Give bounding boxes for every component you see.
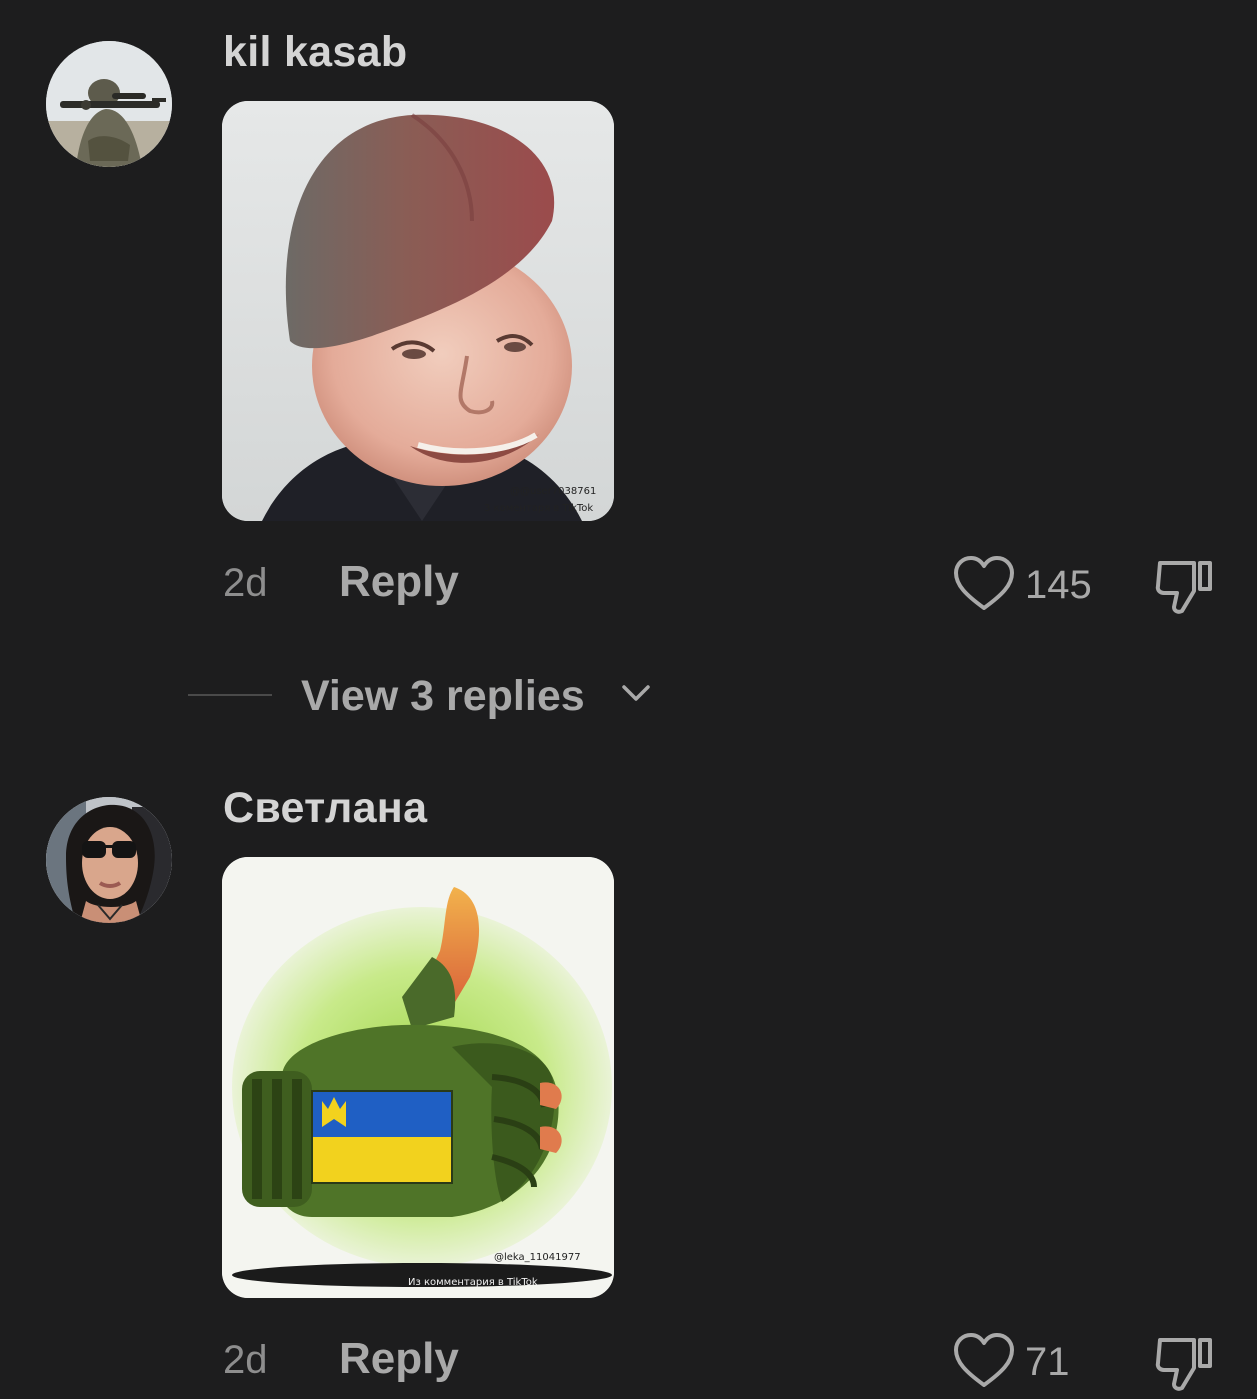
watermark-handle: @leka_11041977 — [494, 1252, 581, 1263]
comment-actions: 2d Reply 145 — [0, 555, 1257, 615]
comment-username[interactable]: Светлана — [223, 784, 427, 833]
woman-with-sunglasses-avatar — [46, 797, 172, 923]
comment-media-image[interactable]: @leka_11041977 Из комментария в TikTok — [222, 857, 614, 1298]
like-count: 71 — [1025, 1340, 1070, 1384]
thumbs-down-icon[interactable] — [1152, 555, 1218, 617]
heart-outline-icon[interactable] — [952, 555, 1016, 615]
chevron-down-icon — [622, 685, 650, 701]
watermark-caption: 3 коментаря в TikTok — [484, 503, 593, 514]
view-replies-label: View 3 replies — [301, 672, 585, 720]
comment-media-image[interactable]: @@user7038761 3 коментаря в TikTok — [222, 101, 614, 521]
comment-time: 2d — [223, 561, 268, 605]
user-avatar[interactable] — [46, 41, 172, 167]
soldier-with-rifle-avatar — [46, 41, 172, 167]
comment-actions: 2d Reply 71 — [0, 1332, 1257, 1392]
view-replies-button[interactable]: View 3 replies — [188, 668, 668, 724]
reply-button[interactable]: Reply — [339, 1334, 459, 1384]
watermark-caption: Из комментария в TikTok — [408, 1277, 538, 1288]
ukraine-thumbs-up-grenade-image: @leka_11041977 Из комментария в TikTok — [222, 857, 614, 1298]
heart-outline-icon[interactable] — [952, 1332, 1016, 1392]
comment-time: 2d — [223, 1338, 268, 1382]
reply-button[interactable]: Reply — [339, 557, 459, 607]
thumbs-down-icon[interactable] — [1152, 1332, 1218, 1394]
like-count: 145 — [1025, 563, 1092, 607]
user-avatar[interactable] — [46, 797, 172, 923]
watermark-handle: @@user7038761 — [510, 486, 596, 497]
comment-username[interactable]: kil kasab — [223, 28, 407, 77]
edited-face-photo: @@user7038761 3 коментаря в TikTok — [222, 101, 614, 521]
divider-line — [188, 694, 272, 696]
